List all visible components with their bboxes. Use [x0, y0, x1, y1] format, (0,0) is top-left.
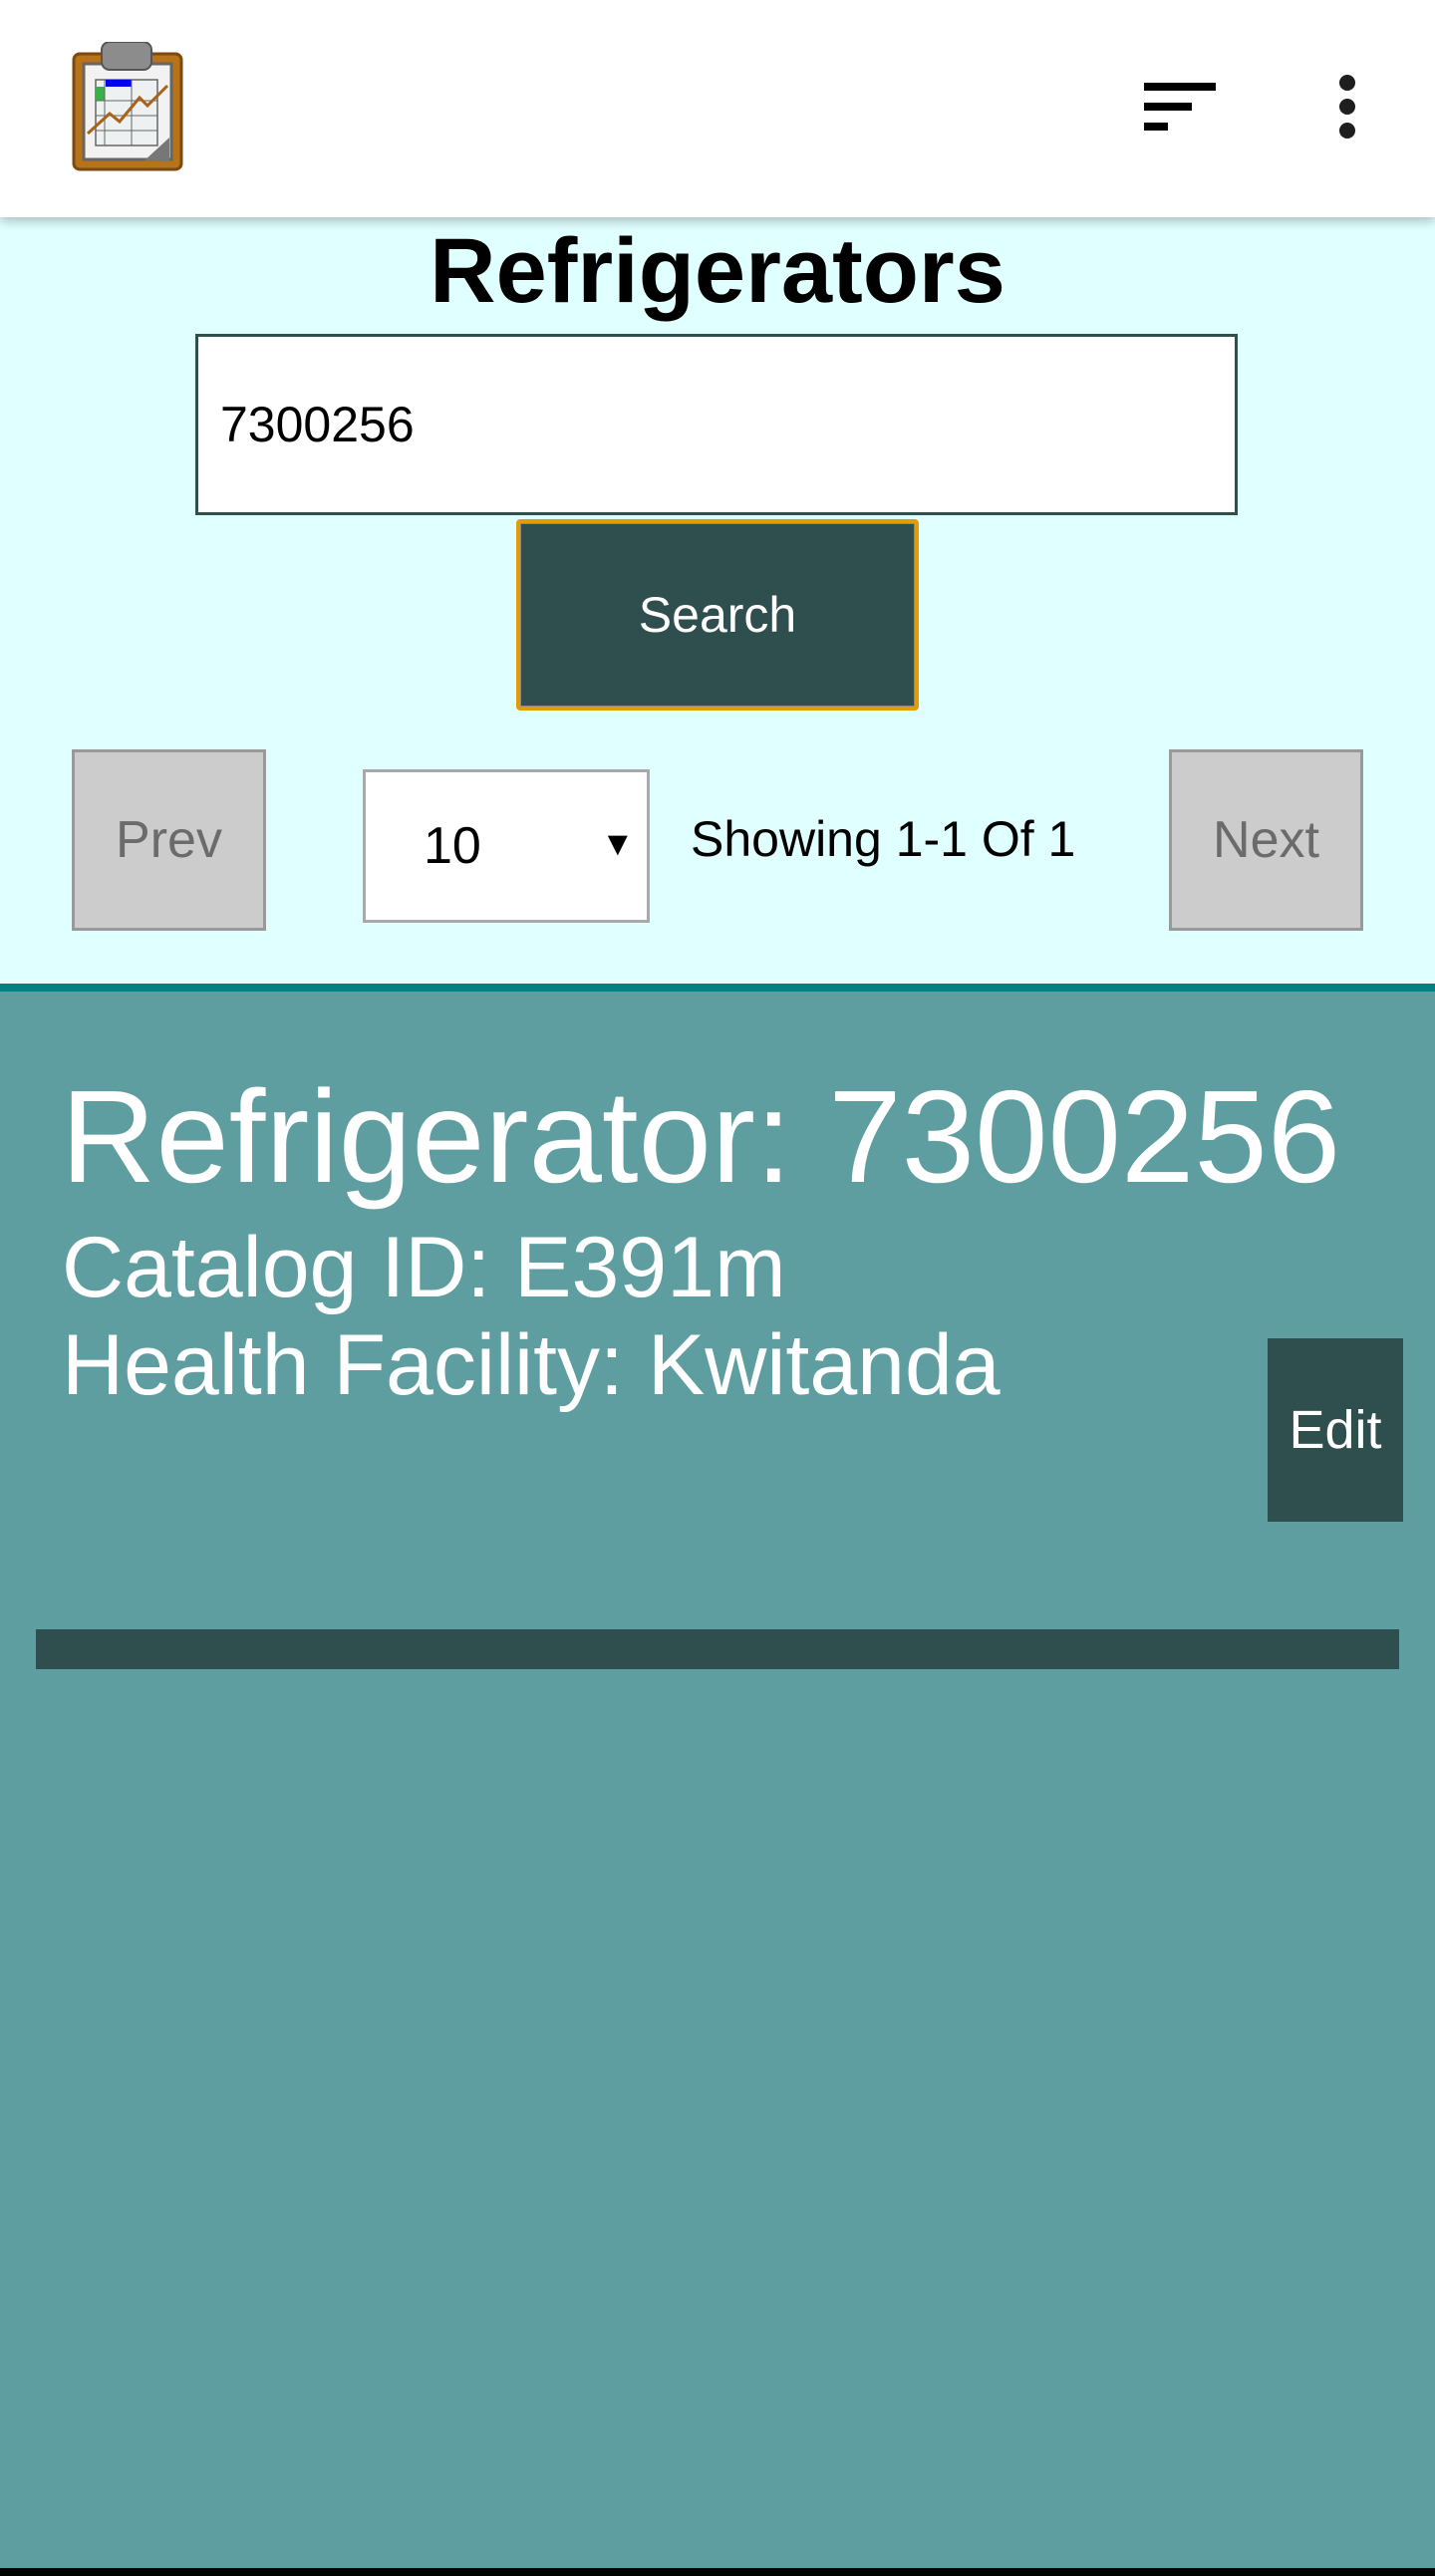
divider — [0, 984, 1435, 992]
search-button[interactable]: Search — [516, 519, 919, 711]
card-divider — [36, 1629, 1399, 1669]
search-input[interactable] — [195, 334, 1238, 515]
app-bar — [0, 0, 1435, 217]
clipboard-chart-icon — [72, 41, 183, 171]
refrigerator-title: Refrigerator: 7300256 — [61, 1063, 1341, 1210]
page-size-value: 10 — [424, 817, 481, 875]
next-button[interactable]: Next — [1169, 749, 1363, 931]
bottom-edge — [0, 2568, 1435, 2576]
page-title: Refrigerators — [430, 220, 1005, 322]
more-vert-icon[interactable] — [1325, 70, 1369, 149]
catalog-id: Catalog ID: E391m — [62, 1220, 786, 1315]
sort-icon[interactable] — [1136, 72, 1226, 142]
health-facility: Health Facility: Kwitanda — [62, 1317, 1001, 1413]
prev-button[interactable]: Prev — [72, 749, 266, 931]
results-count: Showing 1-1 Of 1 — [691, 811, 1076, 867]
page-size-select[interactable]: 10 ▼ — [363, 769, 650, 923]
chevron-down-icon: ▼ — [601, 825, 635, 863]
edit-button[interactable]: Edit — [1268, 1338, 1403, 1522]
